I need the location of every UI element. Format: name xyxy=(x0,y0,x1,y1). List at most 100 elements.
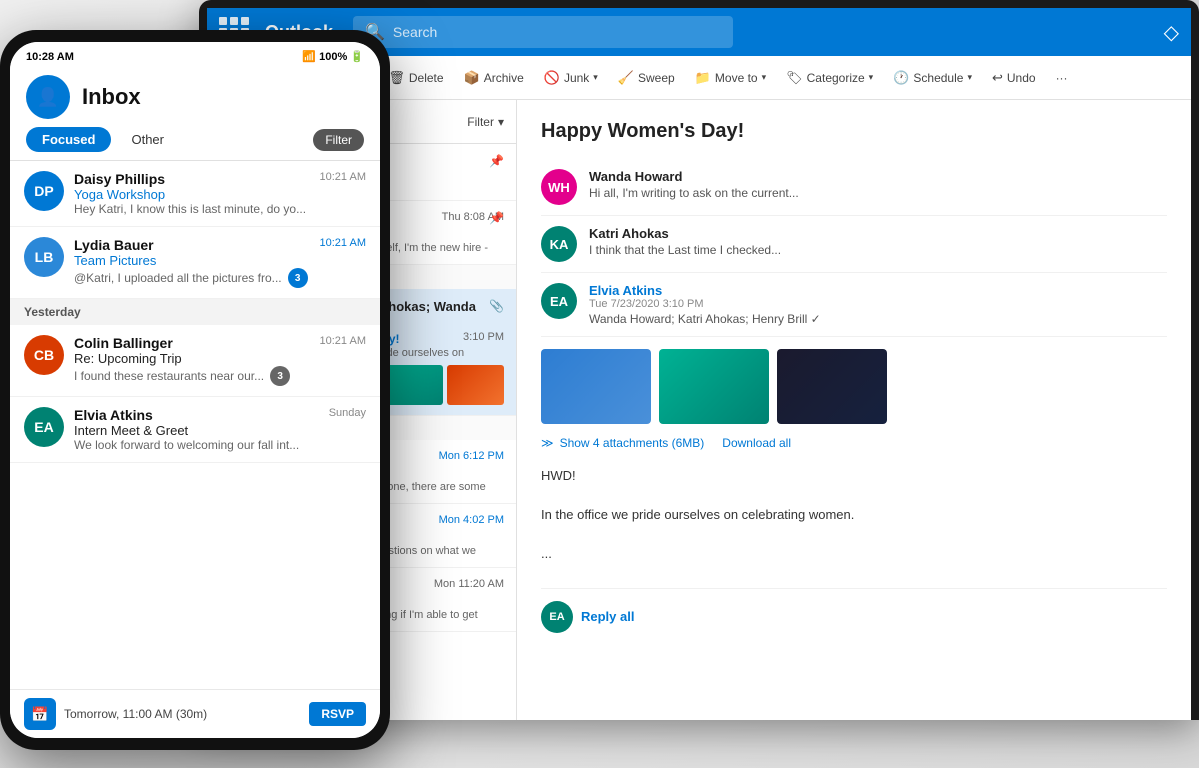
attachment-label[interactable]: Show 4 attachments (6MB) xyxy=(560,436,705,450)
categorize-icon: 🏷 xyxy=(786,70,803,86)
phone-email-sender: Colin Ballinger xyxy=(74,335,173,351)
archive-button[interactable]: 📦 Archive xyxy=(456,65,532,91)
phone-email-colin[interactable]: CB Colin Ballinger 10:21 AM Re: Upcoming… xyxy=(10,325,380,397)
phone-email-sender: Elvia Atkins xyxy=(74,407,153,423)
avatar-katri: KA xyxy=(541,226,577,262)
scene: Outlook 🔍 ◇ ☰ New message 🗑 Delete 📦 xyxy=(0,0,1199,768)
unread-badge: 3 xyxy=(270,366,290,386)
undo-icon: ↩ xyxy=(992,70,1003,86)
avatar-lydia-phone: LB xyxy=(24,237,64,277)
sender-preview-wanda: Hi all, I'm writing to ask on the curren… xyxy=(589,186,1167,200)
reply-all-button[interactable]: Reply all xyxy=(581,609,634,624)
phone-section-yesterday: Yesterday xyxy=(10,299,380,325)
phone-email-lydia[interactable]: LB Lydia Bauer 10:21 AM Team Pictures @K… xyxy=(10,227,380,299)
avatar-daisy: DP xyxy=(24,171,64,211)
move-to-button[interactable]: 📁 Move to ▾ xyxy=(687,65,774,91)
reading-sender-elvia: EA Elvia Atkins Tue 7/23/2020 3:10 PM Wa… xyxy=(541,273,1167,337)
unread-badge: 3 xyxy=(288,268,308,288)
avatar-elvia-phone: EA xyxy=(24,407,64,447)
phone-email-preview: Hey Katri, I know this is last minute, d… xyxy=(74,202,366,216)
download-all-link[interactable]: Download all xyxy=(722,436,791,450)
phone-email-subject: Team Pictures xyxy=(74,253,366,268)
sweep-icon: 🧹 xyxy=(618,70,634,86)
archive-icon: 📦 xyxy=(464,70,480,86)
sender-name-elvia: Elvia Atkins xyxy=(589,283,1167,298)
avatar-elvia-reading: EA xyxy=(541,283,577,319)
phone-bottom-bar: 📅 Tomorrow, 11:00 AM (30m) RSVP xyxy=(10,689,380,738)
phone-email-time: 10:21 AM xyxy=(320,171,366,187)
phone-email-preview: @Katri, I uploaded all the pictures fro.… xyxy=(74,271,282,285)
phone-email-subject: Intern Meet & Greet xyxy=(74,423,366,438)
search-bar[interactable]: 🔍 xyxy=(353,16,733,48)
sender-recipients: Wanda Howard; Katri Ahokas; Henry Brill … xyxy=(589,312,1167,326)
sender-preview-katri: I think that the Last time I checked... xyxy=(589,243,1167,257)
filter-caret-icon: ▾ xyxy=(498,115,504,129)
phone-status-bar: 10:28 AM 📶 100% 🔋 xyxy=(10,42,380,67)
phone-tab-other[interactable]: Other xyxy=(119,127,176,152)
phone-inbox-header: 👤 Inbox Focused Other Filter xyxy=(10,67,380,161)
phone-avatar-row: 👤 Inbox xyxy=(26,75,364,119)
reading-img-1 xyxy=(541,349,651,424)
phone-email-sender: Lydia Bauer xyxy=(74,237,154,253)
reading-body: HWD! In the office we pride ourselves on… xyxy=(541,466,1167,564)
thumb-3 xyxy=(387,365,444,405)
avatar-colin: CB xyxy=(24,335,64,375)
phone-email-time: 10:21 AM xyxy=(320,335,366,351)
email-time: Mon 4:02 PM xyxy=(439,514,504,526)
reading-sender-katri: KA Katri Ahokas I think that the Last ti… xyxy=(541,216,1167,273)
reading-pane: Happy Women's Day! WH Wanda Howard Hi al… xyxy=(517,100,1191,720)
phone-email-list: DP Daisy Phillips 10:21 AM Yoga Workshop… xyxy=(10,161,380,689)
phone-email-preview: I found these restaurants near our... xyxy=(74,369,264,383)
junk-icon: 🚫 xyxy=(544,70,560,86)
move-icon: 📁 xyxy=(695,70,711,86)
schedule-icon: 🕐 xyxy=(893,70,909,86)
phone-user-avatar: 👤 xyxy=(26,75,70,119)
pin-icon: 📌 xyxy=(489,154,504,168)
sender-name-wanda: Wanda Howard xyxy=(589,169,1167,184)
search-input[interactable] xyxy=(393,24,721,40)
sender-name-katri: Katri Ahokas xyxy=(589,226,1167,241)
sweep-button[interactable]: 🧹 Sweep xyxy=(610,65,683,91)
premium-icon: ◇ xyxy=(1164,20,1179,45)
schedule-caret-icon: ▾ xyxy=(967,72,972,83)
phone-email-sender: Daisy Phillips xyxy=(74,171,165,187)
attachment-icon: 📎 xyxy=(489,299,504,313)
email-time: Mon 11:20 AM xyxy=(434,578,504,590)
phone-email-preview: We look forward to welcoming our fall in… xyxy=(74,438,366,452)
avatar-reply: EA xyxy=(541,601,573,633)
avatar-wanda: WH xyxy=(541,169,577,205)
more-options-button[interactable]: ··· xyxy=(1048,66,1076,90)
filter-button[interactable]: Filter ▾ xyxy=(467,115,504,129)
email-time: 3:10 PM xyxy=(463,331,504,343)
calendar-icon: 📅 xyxy=(24,698,56,730)
phone-email-time: Sunday xyxy=(329,407,366,423)
phone-inbox-title: Inbox xyxy=(82,84,141,110)
categorize-caret-icon: ▾ xyxy=(869,72,874,83)
reading-images xyxy=(541,349,1167,424)
reading-sender-wanda: WH Wanda Howard Hi all, I'm writing to a… xyxy=(541,159,1167,216)
phone-email-subject: Re: Upcoming Trip xyxy=(74,351,366,366)
delete-button[interactable]: 🗑 Delete xyxy=(380,65,451,91)
phone-indicators: 📶 100% 🔋 xyxy=(302,50,364,63)
phone-tabs: Focused Other Filter xyxy=(26,127,364,152)
rsvp-button[interactable]: RSVP xyxy=(309,702,366,726)
phone-email-time: 10:21 AM xyxy=(320,237,366,253)
phone-email-subject: Yoga Workshop xyxy=(74,187,366,202)
undo-button[interactable]: ↩ Undo xyxy=(984,65,1044,91)
attachment-row: ≫ Show 4 attachments (6MB) Download all xyxy=(541,436,1167,450)
reading-date: Tue 7/23/2020 3:10 PM xyxy=(589,298,1167,310)
phone-frame: 10:28 AM 📶 100% 🔋 👤 Inbox Focused Other … xyxy=(0,30,390,750)
phone-filter-button[interactable]: Filter xyxy=(313,129,364,151)
pin-icon: 📌 xyxy=(489,211,504,225)
phone-email-daisy[interactable]: DP Daisy Phillips 10:21 AM Yoga Workshop… xyxy=(10,161,380,227)
reply-all-row: EA Reply all xyxy=(541,588,1167,633)
delete-icon: 🗑 xyxy=(388,70,405,86)
schedule-button[interactable]: 🕐 Schedule ▾ xyxy=(885,65,980,91)
phone-tab-focused[interactable]: Focused xyxy=(26,127,111,152)
phone-email-elvia[interactable]: EA Elvia Atkins Sunday Intern Meet & Gre… xyxy=(10,397,380,463)
categorize-button[interactable]: 🏷 Categorize ▾ xyxy=(778,65,881,91)
attachment-fold-icon: ≫ xyxy=(541,436,554,450)
reading-title: Happy Women's Day! xyxy=(541,120,1167,143)
move-caret-icon: ▾ xyxy=(762,72,767,83)
junk-button[interactable]: 🚫 Junk ▾ xyxy=(536,65,606,91)
